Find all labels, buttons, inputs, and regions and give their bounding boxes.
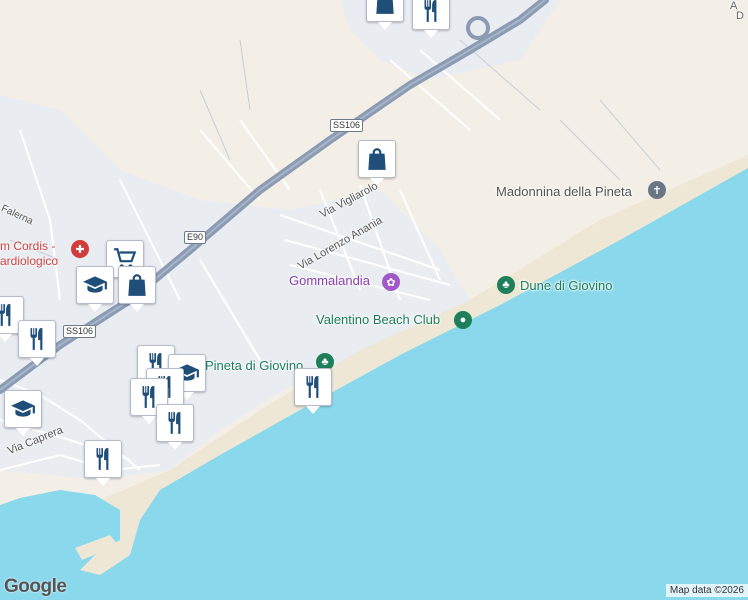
google-logo: Google bbox=[4, 576, 67, 597]
school-marker-bottom-left[interactable] bbox=[4, 390, 42, 436]
map-attribution[interactable]: Map data ©2026 bbox=[665, 584, 748, 597]
park-icon-dune[interactable]: ♣ bbox=[497, 276, 515, 294]
place-label-valentino: Valentino Beach Club bbox=[316, 312, 441, 327]
place-label-cordis-line2: ardiologico bbox=[0, 254, 59, 268]
road-shield-e90: E90 bbox=[184, 231, 207, 244]
restaurant-marker-left-2[interactable] bbox=[18, 320, 56, 366]
beach-club-icon[interactable]: ● bbox=[454, 311, 472, 329]
restaurant-marker-bottom[interactable] bbox=[84, 440, 122, 486]
place-label-dune: Dune di Giovino bbox=[520, 278, 613, 293]
place-label-madonnina: Madonnina della Pineta bbox=[496, 184, 632, 199]
restaurant-marker-center-4[interactable] bbox=[156, 404, 194, 450]
attraction-icon[interactable]: ✿ bbox=[382, 273, 400, 291]
shopping-bag-marker-left[interactable] bbox=[118, 266, 156, 312]
road-shield-ss106: SS106 bbox=[330, 119, 364, 132]
place-label-cordis-line1: m Cordis - bbox=[0, 239, 56, 253]
place-label-gommalandia: Gommalandia bbox=[289, 273, 370, 288]
hospital-icon[interactable]: ✚ bbox=[71, 240, 89, 258]
school-marker-left[interactable] bbox=[76, 266, 114, 312]
place-label-pineta: Pineta di Giovino bbox=[205, 358, 304, 373]
fork-knife-icon bbox=[90, 446, 116, 472]
restaurant-marker-top[interactable] bbox=[412, 0, 450, 38]
fork-knife-icon bbox=[300, 374, 326, 400]
restaurant-marker-pineta[interactable] bbox=[294, 368, 332, 414]
church-icon[interactable]: ✝ bbox=[648, 181, 666, 199]
place-label-top-right-2: D bbox=[736, 10, 744, 22]
fork-knife-icon bbox=[24, 326, 50, 352]
shopping-bag-marker-via-vigliarolo[interactable] bbox=[358, 140, 396, 186]
fork-knife-icon bbox=[418, 0, 444, 24]
shopping-bag-icon bbox=[372, 0, 398, 16]
shopping-bag-marker-top[interactable] bbox=[366, 0, 404, 30]
shopping-bag-icon bbox=[364, 146, 390, 172]
fork-knife-icon bbox=[162, 410, 188, 436]
graduation-cap-icon bbox=[82, 272, 108, 298]
graduation-cap-icon bbox=[10, 396, 36, 422]
fork-knife-icon bbox=[0, 302, 18, 328]
road-shield-ss106-west: SS106 bbox=[63, 325, 97, 338]
shopping-bag-icon bbox=[124, 272, 150, 298]
